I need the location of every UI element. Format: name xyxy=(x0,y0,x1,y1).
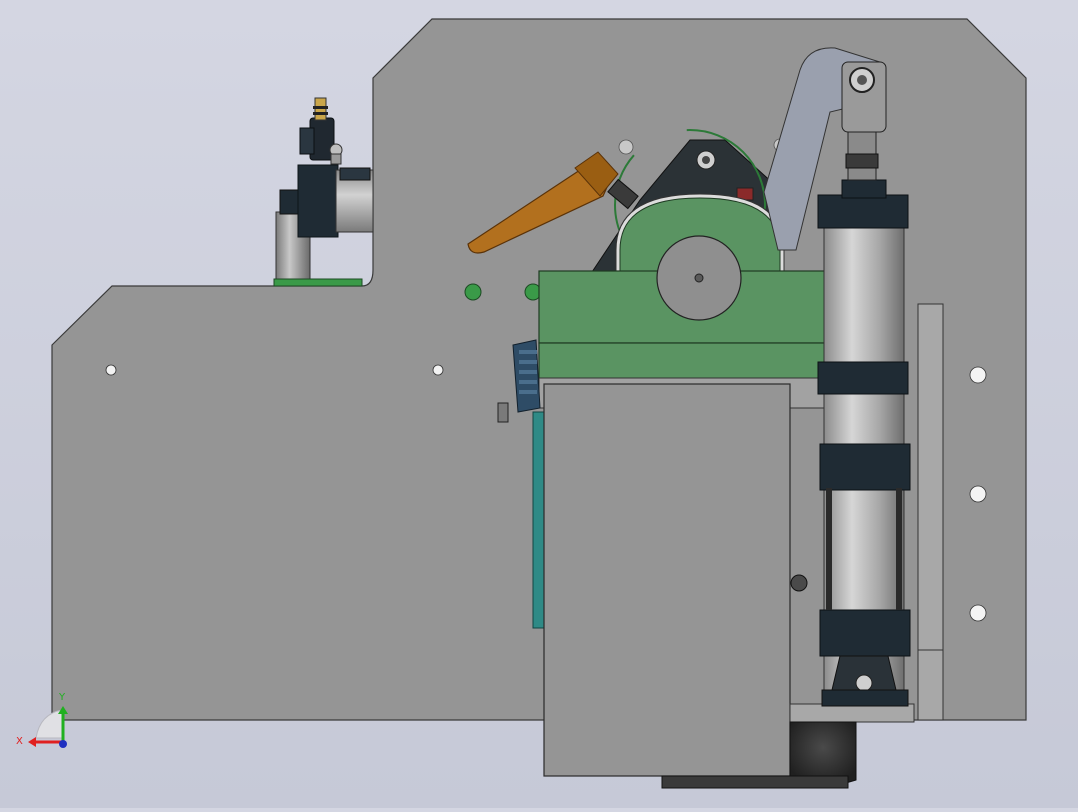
pneumatic-valve-assembly[interactable] xyxy=(273,97,374,287)
housing-port xyxy=(790,574,808,592)
pneumatic-cylinder[interactable] xyxy=(817,129,911,707)
cap-screw xyxy=(497,402,509,423)
plate-hole xyxy=(969,604,987,622)
triad-z-axis xyxy=(59,740,67,748)
guide-rail[interactable] xyxy=(917,303,944,721)
plate-hole xyxy=(969,366,987,384)
triad-y-label: Y xyxy=(58,692,66,703)
dowel-pin xyxy=(464,283,482,301)
triad-x-label: X xyxy=(16,736,23,747)
cad-viewport[interactable]: X Y xyxy=(0,0,1078,808)
coordinate-triad: X Y xyxy=(16,692,68,748)
plate-hole xyxy=(105,364,117,376)
cad-model-view[interactable]: X Y xyxy=(0,0,1078,808)
plate-hole xyxy=(618,139,634,155)
plate-hole xyxy=(969,485,987,503)
plate-hole xyxy=(432,364,444,376)
